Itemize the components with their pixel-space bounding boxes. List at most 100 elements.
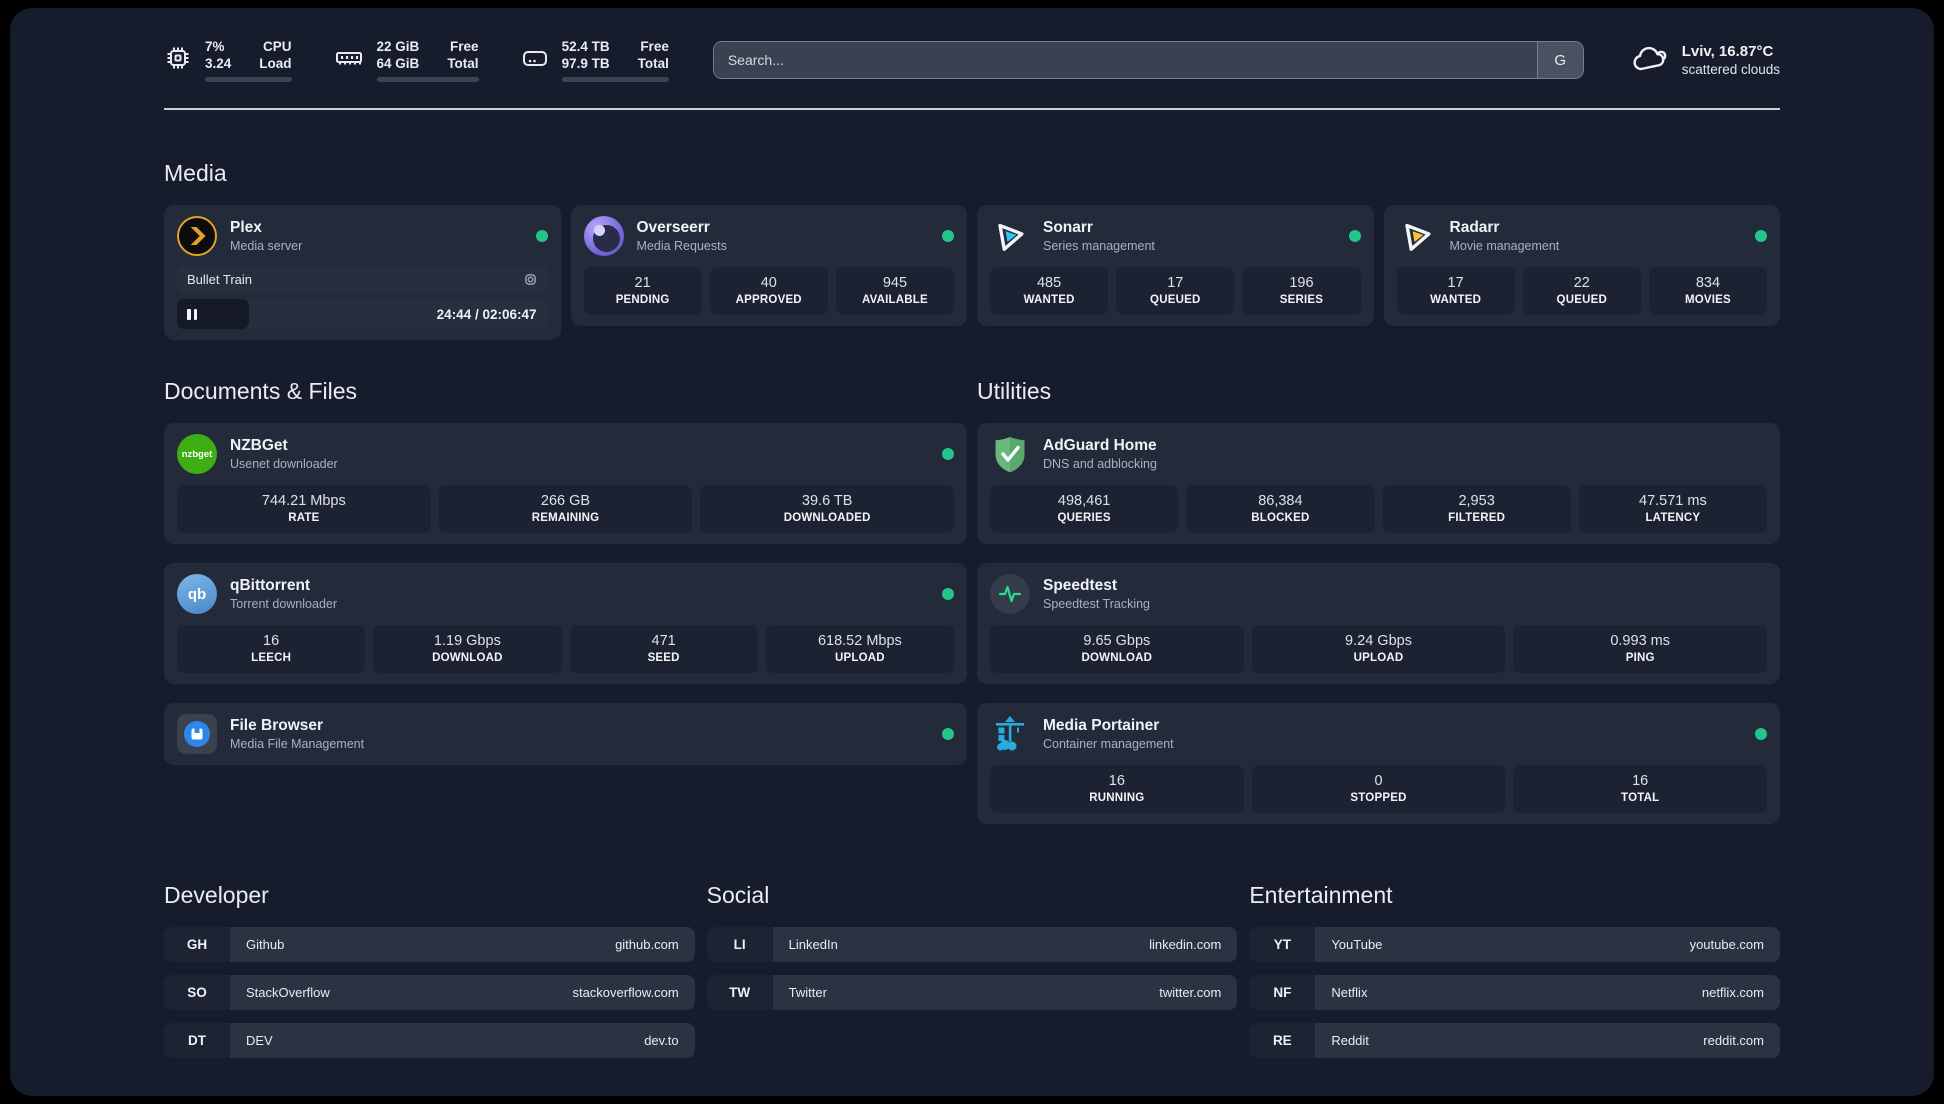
- app-subtitle: Media Requests: [636, 239, 727, 253]
- stat-approved: 40 APPROVED: [709, 267, 828, 315]
- bookmark-abbr: RE: [1249, 1023, 1316, 1058]
- session-settings-icon[interactable]: [523, 272, 538, 287]
- bookmark-linkedin[interactable]: LI LinkedIn linkedin.com: [706, 927, 1238, 962]
- bookmark-abbr: NF: [1249, 975, 1316, 1010]
- stat-available: 945 AVAILABLE: [835, 267, 955, 315]
- section-title-developer: Developer: [164, 882, 269, 908]
- nzbget-icon: nzbget: [177, 434, 217, 474]
- playback-time: 24:44 / 02:06:47: [436, 306, 537, 322]
- disk-icon: [521, 44, 549, 72]
- app-card-filebrowser[interactable]: File Browser Media File Management: [164, 703, 967, 765]
- app-subtitle: Media File Management: [230, 737, 365, 751]
- stat-movies: 834 MOVIES: [1648, 267, 1768, 315]
- section-title-media: Media: [164, 160, 227, 186]
- cpu-progress-bar: [205, 77, 292, 82]
- disk-label-bottom: Total: [637, 56, 669, 71]
- app-subtitle: Usenet downloader: [230, 457, 338, 471]
- stat-filtered: 2,953 FILTERED: [1382, 485, 1571, 533]
- overseerr-icon: [583, 216, 624, 256]
- bookmark-github[interactable]: GH Github github.com: [164, 927, 695, 962]
- app-subtitle: Container management: [1043, 737, 1174, 751]
- app-card-sonarr[interactable]: Sonarr Series management 485 WANTED 17 QUE…: [977, 205, 1374, 326]
- app-card-adguard[interactable]: AdGuard Home DNS and adblocking 498,461 Q…: [977, 423, 1780, 544]
- app-card-overseerr[interactable]: Overseerr Media Requests 21 PENDING 40 APP…: [570, 205, 967, 326]
- memory-free-value: 22 GiB: [376, 39, 420, 54]
- bookmark-stackoverflow[interactable]: SO StackOverflow stackoverflow.com: [164, 975, 695, 1010]
- bookmark-dev[interactable]: DT DEV dev.to: [164, 1023, 695, 1058]
- stat-pending: 21 PENDING: [583, 267, 702, 315]
- search-provider-button[interactable]: G: [1536, 42, 1583, 78]
- stat-upload: 618.52 Mbps UPLOAD: [765, 625, 954, 673]
- weather-widget: Lviv, 16.87°C scattered clouds: [1630, 43, 1780, 77]
- section-title-entertainment: Entertainment: [1249, 882, 1393, 908]
- bookmark-url: reddit.com: [1703, 1033, 1764, 1048]
- stat-series: 196 SERIES: [1242, 267, 1361, 315]
- bookmark-name: Netflix: [1331, 985, 1368, 1000]
- stat-downloaded: 39.6 TB DOWNLOADED: [700, 485, 955, 533]
- search-input[interactable]: [713, 42, 1537, 78]
- disk-label-top: Free: [640, 39, 669, 54]
- bookmark-group-entertainment: Entertainment YT YouTube youtube.com NF N…: [1249, 882, 1780, 1058]
- stat-ping: 0.993 ms PING: [1513, 625, 1768, 673]
- app-title: NZBGet: [230, 437, 288, 454]
- app-card-nzbget[interactable]: nzbget NZBGet Usenet downloader 744.21 M…: [164, 423, 967, 544]
- cpu-widget: 7% CPU 3.24 Load: [164, 38, 292, 82]
- app-card-qbittorrent[interactable]: qb qBittorrent Torrent downloader 16 LEEC…: [164, 563, 967, 684]
- section-title-social: Social: [706, 882, 770, 908]
- bookmark-url: twitter.com: [1159, 985, 1222, 1000]
- app-card-plex[interactable]: Plex Media server Bullet Train 24:44 / 0…: [164, 205, 561, 340]
- bookmark-abbr: GH: [164, 927, 230, 962]
- stat-download: 9.65 Gbps DOWNLOAD: [990, 625, 1244, 673]
- adguard-icon: [990, 434, 1030, 474]
- bookmark-name: DEV: [246, 1033, 273, 1048]
- bookmark-reddit[interactable]: RE Reddit reddit.com: [1249, 1023, 1780, 1058]
- app-subtitle: DNS and adblocking: [1043, 457, 1157, 471]
- app-card-portainer[interactable]: Media Portainer Container management 16 R…: [977, 703, 1780, 824]
- status-dot: [942, 588, 954, 600]
- memory-total-value: 64 GiB: [376, 56, 420, 71]
- disk-total-value: 97.9 TB: [561, 56, 610, 71]
- app-subtitle: Series management: [1043, 239, 1155, 253]
- bookmark-name: Github: [246, 937, 285, 952]
- media-grid: Plex Media server Bullet Train 24:44 / 0…: [164, 205, 1780, 340]
- stat-download: 1.19 Gbps DOWNLOAD: [373, 625, 562, 673]
- plex-now-playing: Bullet Train 24:44 / 02:06:47: [177, 266, 548, 329]
- status-dot: [942, 230, 954, 242]
- status-dot: [942, 728, 954, 740]
- bookmark-twitter[interactable]: TW Twitter twitter.com: [706, 975, 1238, 1010]
- cpu-label-top: CPU: [263, 39, 292, 54]
- sonarr-icon: [990, 216, 1030, 256]
- bookmark-url: linkedin.com: [1149, 937, 1222, 952]
- stat-queued: 22 QUEUED: [1522, 267, 1641, 315]
- stat-queries: 498,461 QUERIES: [990, 485, 1179, 533]
- bookmark-youtube[interactable]: YT YouTube youtube.com: [1249, 927, 1780, 962]
- stat-remaining: 266 GB REMAINING: [438, 485, 693, 533]
- bookmark-name: LinkedIn: [788, 937, 838, 952]
- weather-location-temp: Lviv, 16.87°C: [1681, 43, 1774, 60]
- disk-widget: 52.4 TB Free 97.9 TB Total: [521, 38, 669, 82]
- status-dot: [1755, 230, 1767, 242]
- app-title: Plex: [230, 219, 262, 236]
- app-card-radarr[interactable]: Radarr Movie management 17 WANTED 22 QUEUE…: [1383, 205, 1780, 326]
- bookmark-abbr: LI: [706, 927, 773, 962]
- memory-progress-bar: [376, 77, 479, 82]
- app-title: Overseerr: [636, 219, 710, 236]
- app-subtitle: Movie management: [1449, 239, 1560, 253]
- stat-blocked: 86,384 BLOCKED: [1186, 485, 1375, 533]
- stat-seed: 471 SEED: [569, 625, 758, 673]
- app-subtitle: Speedtest Tracking: [1043, 597, 1151, 611]
- pause-icon: [187, 308, 197, 320]
- stat-stopped: 0 STOPPED: [1251, 765, 1506, 813]
- bookmark-url: dev.to: [644, 1033, 679, 1048]
- playback-progress-bar[interactable]: 24:44 / 02:06:47: [177, 299, 548, 329]
- app-title: Radarr: [1449, 219, 1500, 236]
- search-bar: G: [712, 41, 1584, 79]
- bookmark-netflix[interactable]: NF Netflix netflix.com: [1249, 975, 1780, 1010]
- cpu-icon: [164, 44, 192, 72]
- bookmark-abbr: TW: [706, 975, 773, 1010]
- portainer-icon: [990, 714, 1030, 754]
- cpu-percent: 7%: [205, 39, 225, 54]
- app-card-speedtest[interactable]: Speedtest Speedtest Tracking 9.65 Gbps DO…: [977, 563, 1780, 684]
- bookmark-url: stackoverflow.com: [572, 985, 679, 1000]
- disk-progress-bar: [561, 77, 669, 82]
